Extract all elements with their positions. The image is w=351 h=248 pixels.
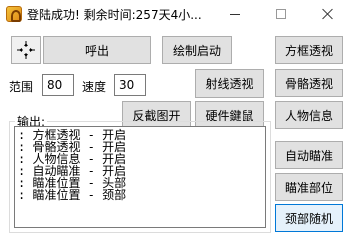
crosshair-picker[interactable] xyxy=(11,36,41,64)
ray-esp-button[interactable]: 射线透视 xyxy=(195,69,264,98)
range-input[interactable]: 80 xyxy=(42,74,74,96)
close-icon xyxy=(322,8,334,20)
aim-part-button[interactable]: 瞄准部位 xyxy=(275,173,343,201)
output-line: : 瞄准位置 - 颈部 xyxy=(18,188,127,202)
call-out-button[interactable]: 呼出 xyxy=(43,36,151,64)
auto-aim-button[interactable]: 自动瞄准 xyxy=(275,141,343,169)
player-info-button[interactable]: 人物信息 xyxy=(275,101,343,129)
crosshair-icon xyxy=(17,41,35,59)
lock-icon xyxy=(6,6,22,22)
maximize-button[interactable] xyxy=(258,0,304,28)
speed-input[interactable]: 30 xyxy=(114,74,146,96)
box-esp-button[interactable]: 方框透视 xyxy=(275,36,343,64)
window-title: 登陆成功! 剩余时间:257天4小... xyxy=(27,8,202,22)
minimize-icon xyxy=(230,13,240,15)
title-bar: 登陆成功! 剩余时间:257天4小... xyxy=(0,0,351,28)
bone-esp-button[interactable]: 骨骼透视 xyxy=(275,69,343,97)
close-button[interactable] xyxy=(305,0,351,28)
output-textbox[interactable]: : 方框透视 - 开启 : 骨骼透视 - 开启 : 人物信息 - 开启 : 自动… xyxy=(14,126,266,228)
speed-label: 速度 xyxy=(82,80,107,94)
draw-start-button[interactable]: 绘制启动 xyxy=(162,36,232,64)
minimize-button[interactable] xyxy=(212,0,258,28)
maximize-icon xyxy=(276,9,286,19)
neck-random-button[interactable]: 颈部随机 xyxy=(275,204,343,232)
range-label: 范围 xyxy=(9,80,34,94)
